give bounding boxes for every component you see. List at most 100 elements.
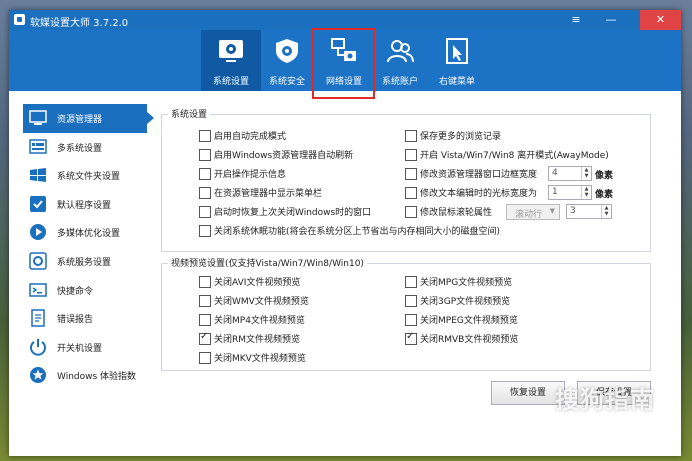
- checkbox-restore-windows[interactable]: 启动时恢复上次关闭Windows时的窗口: [199, 205, 371, 219]
- checkbox-mpg[interactable]: 关闭MPG文件视频预览: [405, 275, 512, 289]
- checkbox-wheel[interactable]: 修改鼠标滚轮属性: [405, 205, 492, 219]
- sidebar-item-error-report[interactable]: 错误报告: [23, 304, 147, 333]
- option-label: 在资源管理器中显示菜单栏: [214, 189, 323, 199]
- sidebar-item-label: Windows 体验指数: [57, 372, 137, 383]
- sidebar-item-label: 多系统设置: [57, 143, 103, 154]
- restore-button[interactable]: 恢复设置: [491, 381, 565, 405]
- menu-button[interactable]: ≡: [562, 10, 590, 30]
- tab-label: 系统账户: [381, 77, 418, 87]
- sidebar-item-label: 开关机设置: [57, 343, 103, 354]
- tab-system-accounts[interactable]: 系统账户: [370, 30, 430, 91]
- tab-context-menu[interactable]: 右键菜单: [427, 30, 487, 91]
- sidebar-item-label: 系统文件夹设置: [57, 172, 121, 183]
- checkbox[interactable]: [405, 294, 417, 307]
- checkbox[interactable]: [199, 224, 211, 237]
- app-title: 软媒设置大师 3.7.2.0: [30, 18, 129, 29]
- sidebar-item-multi-system[interactable]: 多系统设置: [23, 133, 147, 162]
- checkbox[interactable]: [405, 313, 417, 326]
- checkbox-border-width[interactable]: 修改资源管理器窗口边框宽度: [405, 167, 537, 181]
- sidebar: 资源管理器 多系统设置 系统文件夹设置 默认程序设置 多媒体优化设置 系统服务设…: [23, 104, 154, 390]
- border-width-stepper[interactable]: 4 ▲ ▼: [548, 166, 592, 181]
- checkbox[interactable]: [405, 129, 417, 142]
- wheel-lines-stepper[interactable]: 3 ▲ ▼: [566, 204, 612, 219]
- checkbox[interactable]: [405, 167, 417, 180]
- stepper-value: 3: [570, 206, 576, 216]
- sidebar-item-system-folder[interactable]: 系统文件夹设置: [23, 161, 147, 190]
- checkbox-cursor-width[interactable]: 修改文本编辑时的光标宽度为: [405, 186, 537, 200]
- cursor-width-stepper[interactable]: 1 ▲ ▼: [548, 185, 592, 200]
- checkbox-rmvb[interactable]: 关闭RMVB文件视频预览: [405, 331, 518, 346]
- checkbox[interactable]: [199, 331, 211, 345]
- checkbox-avi[interactable]: 关闭AVI文件视频预览: [199, 275, 300, 289]
- sidebar-item-label: 系统服务设置: [57, 257, 112, 268]
- app-logo-icon: [14, 14, 25, 25]
- power-icon: [30, 338, 46, 356]
- explorer-icon: [29, 110, 47, 125]
- checkbox[interactable]: [405, 205, 417, 218]
- checkbox-menubar[interactable]: 在资源管理器中显示菜单栏: [199, 186, 322, 200]
- checkbox-mkv[interactable]: 关闭MKV文件视频预览: [199, 351, 306, 365]
- checkbox[interactable]: [199, 275, 211, 288]
- tab-system-settings[interactable]: 系统设置: [201, 30, 261, 91]
- tab-label: 系统安全: [268, 77, 305, 87]
- title-bar: 软媒设置大师 3.7.2.0 ≡ — ✕: [9, 10, 681, 30]
- stepper-value: 4: [552, 168, 558, 178]
- checkbox[interactable]: [199, 167, 211, 180]
- star-icon: [30, 367, 46, 384]
- option-label: 开启 Vista/Win7/Win8 离开模式(AwayMode): [420, 151, 609, 161]
- stepper-arrows[interactable]: ▲ ▼: [601, 205, 611, 218]
- checkbox[interactable]: [199, 313, 211, 326]
- checkbox-rm[interactable]: 关闭RM文件视频预览: [199, 331, 301, 346]
- checkbox-more-history[interactable]: 保存更多的浏览记录: [405, 129, 501, 143]
- sidebar-item-service[interactable]: 系统服务设置: [23, 247, 147, 276]
- checkbox[interactable]: [199, 148, 211, 161]
- sidebar-item-multimedia[interactable]: 多媒体优化设置: [23, 218, 147, 247]
- option-label: 关闭WMV文件视频预览: [214, 297, 309, 307]
- sidebar-item-label: 资源管理器: [57, 115, 103, 125]
- checkbox-autocomplete[interactable]: 启用自动完成模式: [199, 129, 286, 143]
- checkbox[interactable]: [405, 275, 417, 288]
- minimize-button[interactable]: —: [597, 10, 625, 30]
- option-label: 关闭RM文件视频预览: [214, 335, 301, 345]
- group-title: 视频预览设置(仅支持Vista/Win7/Win8/Win10): [168, 256, 367, 269]
- checkbox-mpeg[interactable]: 关闭MPEG文件视频预览: [405, 313, 518, 327]
- checkbox-tooltips[interactable]: 开启操作提示信息: [199, 167, 286, 181]
- sidebar-item-label: 错误报告: [57, 315, 94, 326]
- stepper-arrows[interactable]: ▲ ▼: [581, 186, 591, 199]
- users-icon: [387, 40, 414, 63]
- wheel-mode-select[interactable]: 滚动行 ▼: [506, 204, 560, 220]
- checkbox[interactable]: [405, 331, 417, 345]
- shield-gear-icon: [276, 39, 298, 63]
- checkbox[interactable]: [405, 186, 417, 199]
- multi-system-icon: [29, 138, 47, 154]
- checkbox-mp4[interactable]: 关闭MP4文件视频预览: [199, 313, 305, 327]
- sidebar-item-power[interactable]: 开关机设置: [23, 333, 147, 362]
- tab-system-security[interactable]: 系统安全: [257, 30, 317, 91]
- sidebar-item-explorer[interactable]: 资源管理器: [23, 104, 154, 133]
- error-report-icon: [31, 309, 45, 327]
- checkbox[interactable]: [199, 294, 211, 307]
- checkbox[interactable]: [199, 205, 211, 218]
- checkbox-disable-hibernate[interactable]: 关闭系统休眠功能(将会在系统分区上节省出与内存相同大小的磁盘空间): [199, 224, 500, 238]
- option-label: 修改鼠标滚轮属性: [420, 208, 493, 218]
- shortcut-icon: [29, 282, 47, 297]
- checkbox-away-mode[interactable]: 开启 Vista/Win7/Win8 离开模式(AwayMode): [405, 148, 609, 162]
- sidebar-item-default-program[interactable]: 默认程序设置: [23, 190, 147, 219]
- service-icon: [29, 252, 47, 270]
- checkbox-3gp[interactable]: 关闭3GP文件视频预览: [405, 294, 510, 308]
- checkbox-explorer-autorefresh[interactable]: 启用Windows资源管理器自动刷新: [199, 148, 353, 162]
- checkbox[interactable]: [199, 186, 211, 199]
- sidebar-item-shortcut[interactable]: 快捷命令: [23, 276, 147, 305]
- checkbox[interactable]: [199, 129, 211, 142]
- close-button[interactable]: ✕: [640, 10, 681, 30]
- option-label: 关闭MPEG文件视频预览: [420, 316, 518, 326]
- default-program-icon: [30, 195, 46, 212]
- cursor-menu-icon: [446, 38, 468, 64]
- checkbox[interactable]: [199, 351, 211, 364]
- option-label: 关闭AVI文件视频预览: [214, 278, 301, 288]
- stepper-arrows[interactable]: ▲ ▼: [581, 167, 591, 180]
- sidebar-item-experience-index[interactable]: Windows 体验指数: [23, 361, 147, 390]
- checkbox[interactable]: [405, 148, 417, 161]
- group-title: 系统设置: [168, 107, 211, 120]
- checkbox-wmv[interactable]: 关闭WMV文件视频预览: [199, 294, 309, 308]
